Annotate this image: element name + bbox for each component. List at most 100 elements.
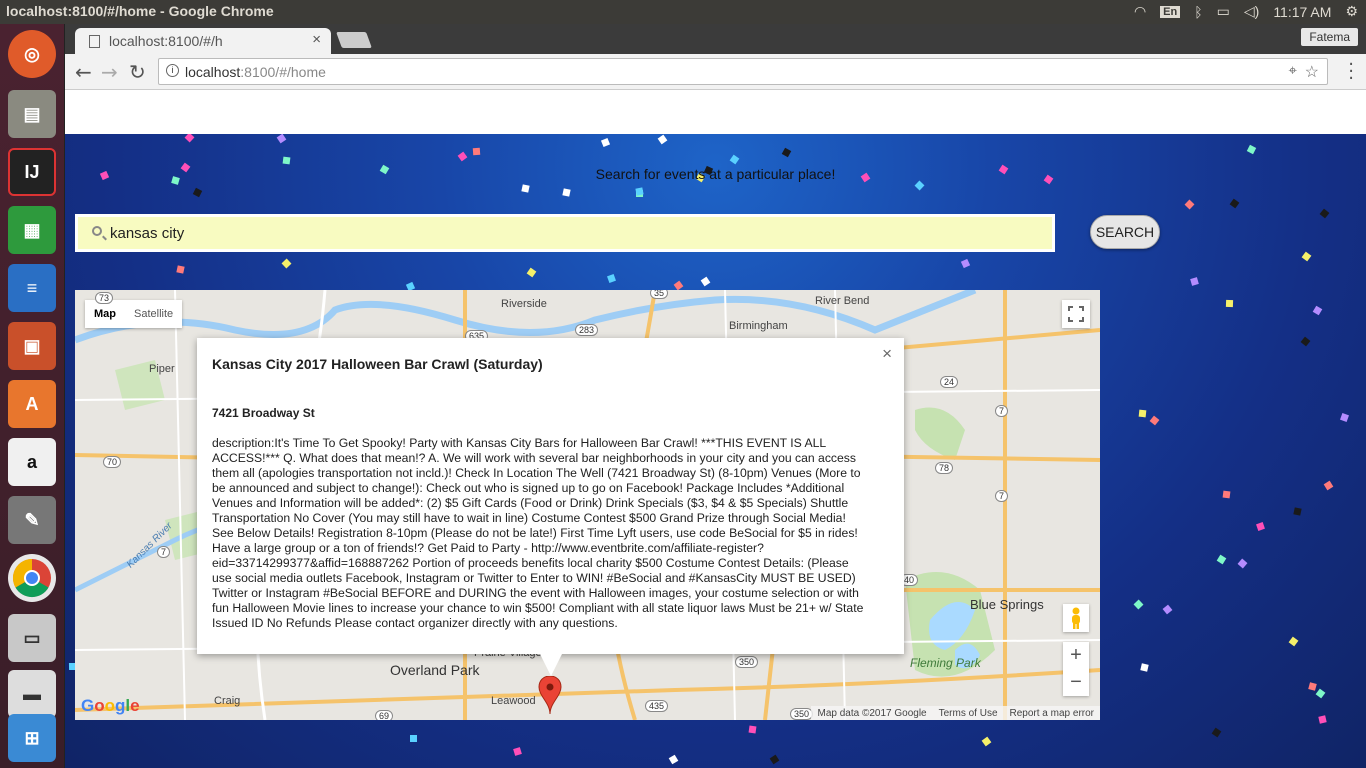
- bookmark-star-icon[interactable]: ☆: [1305, 62, 1319, 82]
- browser-tab[interactable]: localhost:8100/#/h ×: [75, 28, 331, 54]
- wifi-icon[interactable]: ◠: [1134, 3, 1146, 20]
- chrome-menu-icon[interactable]: · · ·: [1348, 56, 1354, 88]
- road-shield: 78: [935, 462, 954, 474]
- confetti-piece: [184, 134, 194, 143]
- tab-close-icon[interactable]: ×: [312, 31, 321, 48]
- battery-icon[interactable]: ▭: [1217, 3, 1230, 20]
- system-settings-icon[interactable]: ✎: [8, 496, 56, 544]
- libreoffice-writer-icon[interactable]: ≡: [8, 264, 56, 312]
- map-label-fleming-park: Fleming Park: [910, 656, 981, 670]
- confetti-piece: [1217, 554, 1227, 565]
- remote-desktop-icon[interactable]: ⊞: [8, 714, 56, 762]
- reload-icon[interactable]: ↻: [129, 60, 146, 84]
- confetti-piece: [1229, 198, 1240, 209]
- map-label-piper: Piper: [149, 363, 175, 375]
- confetti-piece: [981, 736, 992, 747]
- clock[interactable]: 11:17 AM: [1273, 4, 1331, 20]
- disks-icon[interactable]: ▭: [8, 614, 56, 662]
- report-map-error-link[interactable]: Report a map error: [1010, 708, 1094, 719]
- confetti-piece: [1133, 599, 1144, 610]
- confetti-piece: [1255, 521, 1265, 531]
- location-target-icon[interactable]: ⌖: [1289, 62, 1297, 79]
- scanner-icon[interactable]: ▬: [8, 670, 56, 718]
- confetti-piece: [1140, 662, 1149, 672]
- map-type-map-button[interactable]: Map: [85, 300, 125, 328]
- confetti-piece: [1308, 682, 1318, 691]
- ubuntu-dash-icon[interactable]: ◎: [8, 30, 56, 78]
- chrome-icon[interactable]: [8, 554, 56, 602]
- confetti-piece: [1212, 727, 1222, 738]
- chrome-tab-strip: localhost:8100/#/h × Fatema: [65, 24, 1366, 54]
- app-header-bar: [65, 90, 1366, 134]
- map-label-leawood: Leawood: [491, 695, 536, 707]
- pegman-icon: [1072, 607, 1080, 629]
- confetti-piece: [700, 277, 711, 287]
- confetti-piece: [1184, 199, 1195, 210]
- window-title: localhost:8100/#/home - Google Chrome: [6, 3, 274, 19]
- confetti-piece: [1313, 306, 1323, 316]
- confetti-piece: [1288, 636, 1299, 647]
- libreoffice-impress-icon[interactable]: ▣: [8, 322, 56, 370]
- map-label-overland-park: Overland Park: [390, 662, 480, 678]
- confetti-piece: [175, 265, 185, 274]
- settings-gear-icon[interactable]: ⚙: [1345, 3, 1358, 20]
- confetti-piece: [1323, 481, 1333, 491]
- confetti-piece: [600, 138, 611, 148]
- keyboard-language-indicator[interactable]: En: [1160, 5, 1181, 18]
- confetti-piece: [1301, 251, 1312, 262]
- confetti-piece: [192, 188, 202, 198]
- road-shield: 70: [103, 456, 122, 468]
- confetti-piece: [472, 147, 481, 155]
- road-shield: 7: [995, 405, 1009, 417]
- zoom-out-button[interactable]: −: [1063, 669, 1089, 696]
- site-info-icon[interactable]: i: [166, 64, 179, 77]
- amazon-icon[interactable]: a: [8, 438, 56, 486]
- confetti-piece: [526, 267, 537, 278]
- event-title: Kansas City 2017 Halloween Bar Crawl (Sa…: [212, 356, 543, 372]
- zoom-control: + −: [1063, 642, 1089, 696]
- intellij-icon[interactable]: IJ: [8, 148, 56, 196]
- street-view-pegman-button[interactable]: [1063, 604, 1089, 632]
- profile-button[interactable]: Fatema: [1301, 28, 1358, 46]
- confetti-piece: [607, 274, 617, 284]
- new-tab-button[interactable]: [336, 32, 372, 48]
- confetti-piece: [1319, 208, 1330, 219]
- fullscreen-button[interactable]: [1062, 300, 1090, 328]
- os-top-panel: localhost:8100/#/home - Google Chrome ◠ …: [0, 0, 1366, 24]
- confetti-piece: [513, 746, 522, 756]
- volume-icon[interactable]: ◁): [1244, 3, 1259, 20]
- confetti-piece: [914, 180, 925, 191]
- terms-of-use-link[interactable]: Terms of Use: [939, 708, 998, 719]
- map-label-craig: Craig: [214, 695, 241, 707]
- url-host: localhost: [185, 64, 241, 80]
- confetti-piece: [521, 184, 530, 193]
- map-type-satellite-button[interactable]: Satellite: [125, 300, 182, 328]
- back-arrow-icon[interactable]: ←: [75, 60, 92, 84]
- page-favicon-icon: [89, 35, 100, 48]
- confetti-piece: [281, 258, 292, 269]
- info-window-close-icon[interactable]: ×: [882, 344, 892, 364]
- confetti-piece: [283, 157, 291, 165]
- confetti-piece: [561, 188, 571, 197]
- bluetooth-icon[interactable]: ᛒ: [1194, 4, 1202, 20]
- search-icon: [92, 226, 102, 236]
- map-data-credit: Map data ©2017 Google: [817, 707, 927, 719]
- map-marker-pin-icon[interactable]: [538, 675, 562, 719]
- system-tray: ◠ En ᛒ ▭ ◁) 11:17 AM ⚙: [1134, 3, 1358, 20]
- map-label-blue-springs: Blue Springs: [970, 597, 1044, 612]
- confetti-piece: [1246, 144, 1257, 155]
- libreoffice-calc-icon[interactable]: ▦: [8, 206, 56, 254]
- files-icon[interactable]: ▤: [8, 90, 56, 138]
- forward-arrow-icon[interactable]: →: [101, 60, 118, 84]
- confetti-piece: [961, 259, 971, 269]
- url-path: :8100/#/home: [240, 64, 326, 80]
- event-description: description:It's Time To Get Spooky! Par…: [212, 436, 864, 630]
- google-map[interactable]: Map Satellite Riverside River Bend Birmi…: [75, 290, 1100, 720]
- search-input[interactable]: [78, 217, 1052, 249]
- address-bar[interactable]: i localhost:8100/#/home ⌖ ☆: [158, 58, 1328, 85]
- zoom-in-button[interactable]: +: [1063, 642, 1089, 669]
- road-shield: 350: [790, 708, 814, 720]
- road-shield: 350: [735, 656, 759, 668]
- search-button[interactable]: SEARCH: [1090, 215, 1160, 249]
- software-center-icon[interactable]: A: [8, 380, 56, 428]
